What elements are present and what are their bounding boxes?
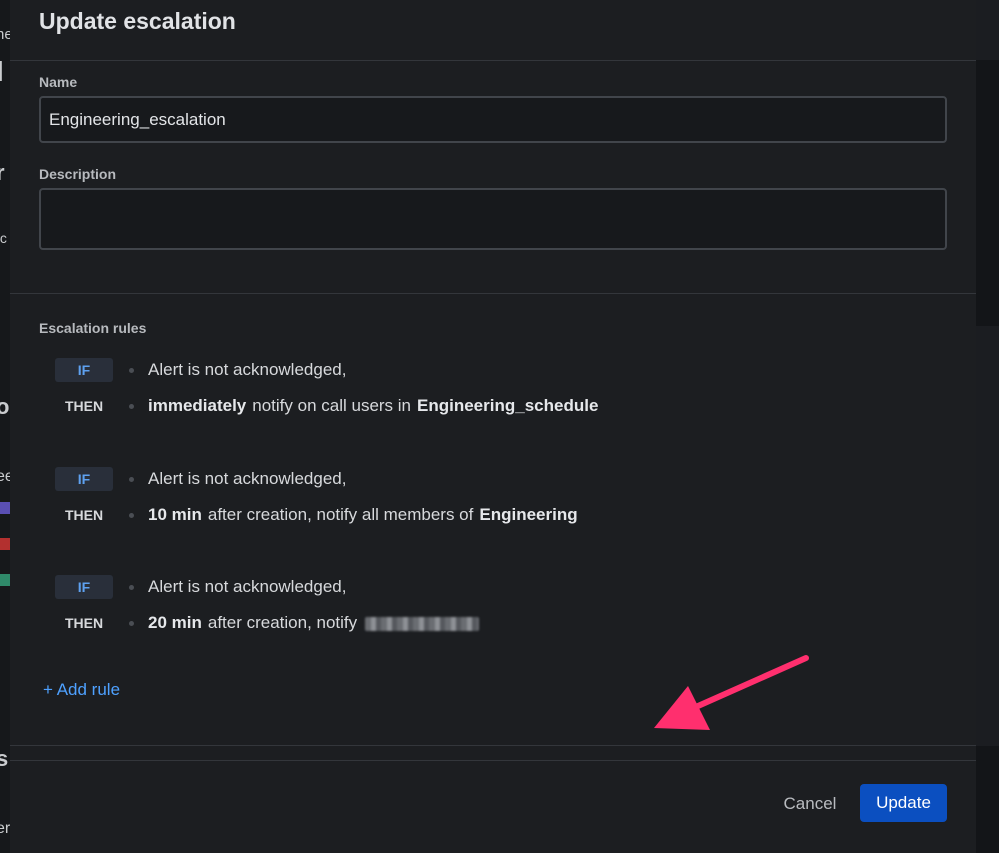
rule-action-text: after creation, notify (207, 613, 358, 632)
name-label: Name (39, 74, 78, 90)
rule-1-then-row: THEN immediately notify on call users in E… (55, 394, 598, 418)
rule-3-then-row: THEN 20 min after creation, notify (55, 611, 480, 635)
bullet-dot (129, 403, 134, 409)
rule-action-text: notify on call users in (252, 396, 412, 415)
bullet-dot (129, 476, 134, 482)
update-escalation-modal: Update escalation Name Description Escal… (10, 0, 976, 853)
update-button[interactable]: Update (860, 784, 947, 822)
footer-divider (10, 745, 976, 746)
rule-action-text: after creation, notify all members of (207, 505, 474, 524)
add-rule-button[interactable]: + Add rule (43, 680, 120, 700)
rule-3-if-row: IF Alert is not acknowledged, (55, 575, 346, 599)
background-text-fragment: o (0, 394, 10, 419)
if-badge: IF (55, 467, 113, 491)
name-input[interactable] (39, 96, 947, 143)
description-label: Description (39, 166, 117, 182)
background-bar (0, 574, 10, 586)
rule-2-if-row: IF Alert is not acknowledged, (55, 467, 346, 491)
escalation-rules-label: Escalation rules (39, 320, 147, 336)
then-label: THEN (64, 398, 104, 414)
bullet-dot (129, 512, 134, 518)
rule-condition: Alert is not acknowledged, (148, 360, 347, 379)
rule-1-if-row: IF Alert is not acknowledged, (55, 358, 346, 382)
bullet-dot (129, 584, 134, 590)
background-panel-segment (976, 0, 999, 60)
rule-condition: Alert is not acknowledged, (148, 577, 347, 596)
rule-action: 20 min after creation, notify (148, 613, 480, 633)
cancel-button[interactable]: Cancel (772, 786, 848, 822)
if-badge: IF (55, 575, 113, 599)
bullet-dot (129, 367, 134, 373)
footer-divider (10, 760, 976, 761)
background-bar (0, 502, 10, 514)
modal-title: Update escalation (39, 8, 236, 34)
then-label: THEN (64, 507, 104, 523)
rule-timing: immediately (148, 396, 247, 415)
description-input[interactable] (39, 188, 947, 250)
background-bar (0, 538, 10, 550)
rule-2-then-row: THEN 10 min after creation, notify all me… (55, 503, 578, 527)
background-text-fragment: s (0, 746, 9, 771)
header-divider (10, 60, 976, 61)
annotation-arrow-icon (654, 655, 809, 730)
bullet-dot (129, 620, 134, 626)
background-text-fragment: tc (0, 230, 7, 246)
redacted-user-name (365, 616, 480, 631)
background-text-fragment: r (0, 160, 5, 185)
then-label: THEN (64, 615, 104, 631)
rule-timing: 20 min (148, 613, 202, 632)
section-divider (10, 293, 976, 294)
rule-condition: Alert is not acknowledged, (148, 469, 347, 488)
rule-action: 10 min after creation, notify all members… (148, 505, 578, 525)
background-text-fragment: l (0, 56, 4, 88)
rule-target: Engineering (479, 505, 578, 524)
background-panel-segment (976, 326, 999, 746)
background-right-edge (976, 0, 999, 853)
rule-timing: 10 min (148, 505, 202, 524)
background-text-fragment: er (0, 820, 11, 837)
if-badge: IF (55, 358, 113, 382)
rule-action: immediately notify on call users in Engine… (148, 396, 598, 416)
rule-target: Engineering_schedule (417, 396, 599, 415)
